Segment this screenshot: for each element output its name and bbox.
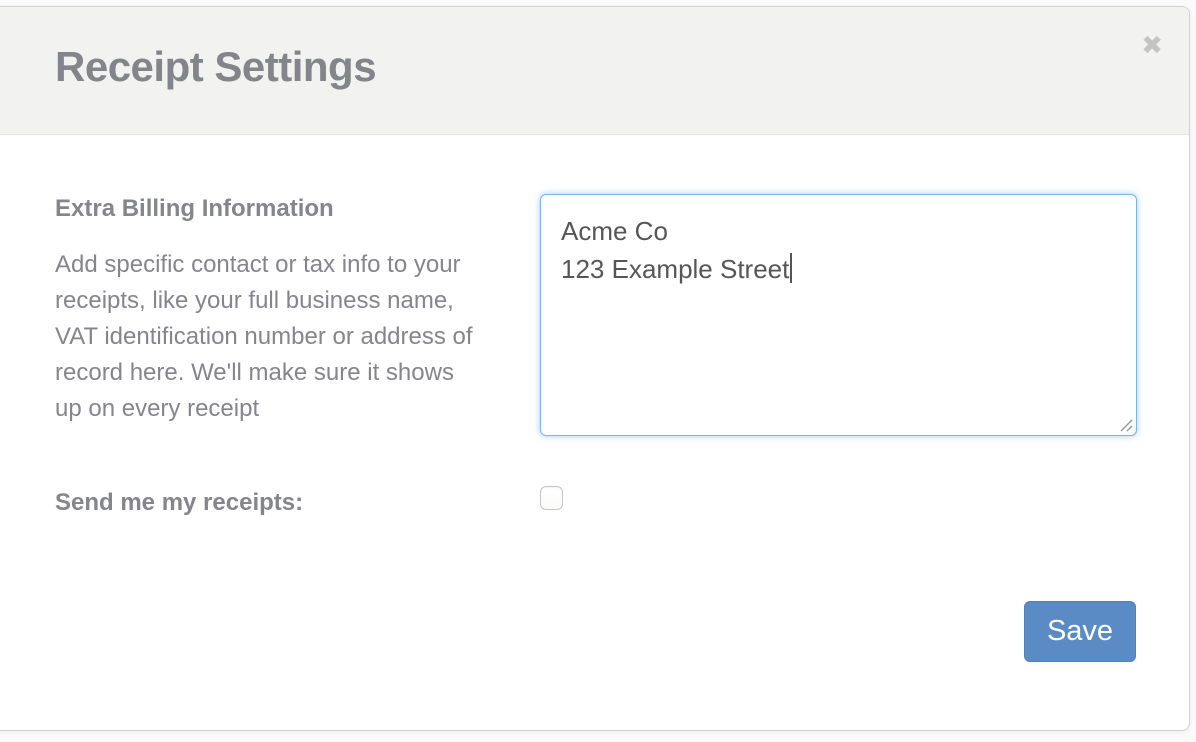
extra-billing-information-textarea[interactable]: Acme Co 123 Example Street <box>540 194 1137 436</box>
extra-billing-information-label: Extra Billing Information <box>55 195 334 223</box>
extra-billing-information-description: Add specific contact or tax info to your… <box>55 247 483 427</box>
send-receipts-checkbox[interactable] <box>540 486 563 510</box>
save-button[interactable]: Save <box>1024 601 1136 662</box>
send-me-my-receipts-label: Send me my receipts: <box>55 489 303 517</box>
textarea-line: 123 Example Street <box>561 250 1116 288</box>
modal-header: Receipt Settings ✖ <box>0 7 1189 135</box>
page-title: Receipt Settings <box>55 43 376 91</box>
text-cursor <box>790 253 792 283</box>
modal-body: Extra Billing Information Add specific c… <box>0 135 1189 730</box>
receipt-settings-modal: Receipt Settings ✖ Extra Billing Informa… <box>0 6 1190 731</box>
close-icon[interactable]: ✖ <box>1141 33 1163 59</box>
resize-handle-icon[interactable] <box>1118 417 1133 432</box>
textarea-line: Acme Co <box>561 212 1116 250</box>
